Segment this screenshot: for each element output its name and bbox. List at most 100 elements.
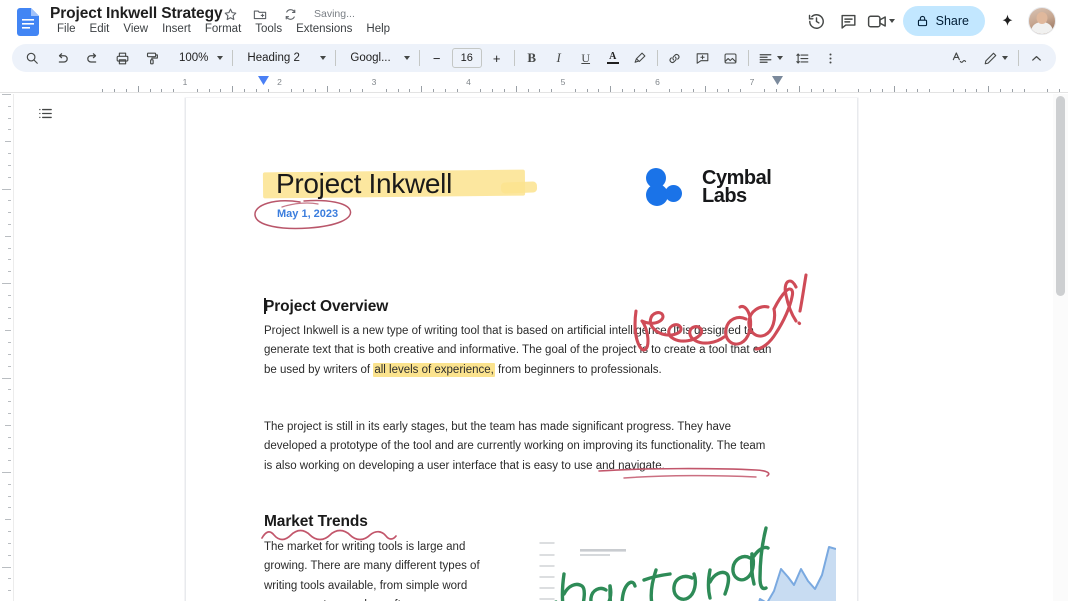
section-heading-market-trends: Market Trends — [264, 513, 368, 530]
print-icon[interactable] — [110, 46, 134, 70]
more-options-icon[interactable] — [819, 46, 843, 70]
ruler-number: 1 — [182, 77, 188, 87]
font-size-input[interactable]: 16 — [451, 48, 482, 68]
vertical-ruler-tick — [8, 354, 11, 355]
redo-icon[interactable] — [80, 46, 104, 70]
text-color-button[interactable]: A — [601, 46, 625, 70]
horizontal-ruler[interactable]: 1 2 3 4 5 6 7 — [0, 74, 1068, 94]
search-icon[interactable] — [20, 46, 44, 70]
spelling-check-icon[interactable] — [947, 46, 971, 70]
bold-button[interactable]: B — [520, 46, 544, 70]
chevron-down-icon — [403, 56, 410, 60]
vertical-ruler-tick — [8, 200, 11, 201]
increase-font-size-button[interactable]: + — [485, 46, 509, 70]
vertical-ruler-tick — [5, 519, 11, 520]
chart-area-fill — [759, 547, 836, 601]
title-highlight-tail — [500, 181, 538, 194]
vertical-ruler-tick — [2, 378, 11, 379]
vertical-scrollbar[interactable] — [1056, 96, 1065, 296]
vertical-ruler-tick — [2, 472, 11, 473]
insert-link-icon[interactable] — [663, 46, 687, 70]
version-history-icon[interactable] — [801, 5, 833, 37]
undo-icon[interactable] — [50, 46, 74, 70]
align-dropdown[interactable] — [754, 46, 787, 70]
vertical-ruler-tick — [8, 578, 11, 579]
vertical-ruler-tick — [8, 413, 11, 414]
paragraph-market-trends-1: The market for writing tools is large an… — [264, 541, 481, 601]
decrease-font-size-label: − — [432, 50, 441, 66]
user-avatar[interactable] — [1028, 7, 1056, 35]
vertical-ruler-tick — [8, 165, 11, 166]
vertical-ruler-tick — [2, 189, 11, 190]
vertical-ruler-tick — [8, 484, 11, 485]
menu-tools[interactable]: Tools — [248, 21, 289, 37]
vertical-ruler-tick — [8, 401, 11, 402]
highlight-pen-icon[interactable] — [628, 46, 652, 70]
toolbar-divider — [232, 50, 234, 66]
share-button[interactable]: Share — [902, 6, 985, 36]
vertical-ruler-tick — [8, 437, 11, 438]
toolbar-divider — [656, 50, 658, 66]
google-docs-window: Project Inkwell Strategy Saving... File … — [0, 0, 1068, 601]
zoom-level-value: 100% — [179, 52, 209, 64]
vertical-ruler-tick — [8, 389, 11, 390]
toolbar-divider — [1018, 50, 1019, 66]
section-heading-project-overview: Project Overview — [264, 298, 388, 316]
document-outline-icon[interactable] — [34, 102, 56, 124]
vertical-ruler-tick — [8, 555, 11, 556]
cymbal-logo-line2: Labs — [702, 185, 747, 207]
decrease-font-size-button[interactable]: − — [425, 46, 449, 70]
paint-format-icon[interactable] — [140, 46, 164, 70]
document-page[interactable]: Project Inkwell May 1, 2023 Cymbal Labs … — [185, 98, 858, 601]
vertical-ruler-tick — [8, 543, 11, 544]
menu-insert[interactable]: Insert — [155, 21, 198, 37]
text-color-swatch — [606, 61, 619, 65]
italic-button[interactable]: I — [547, 46, 571, 70]
cymbal-logo-mark-icon — [646, 168, 690, 206]
docs-logo-icon[interactable] — [17, 8, 39, 36]
editing-mode-dropdown[interactable] — [979, 46, 1012, 70]
paragraph-style-dropdown[interactable]: Heading 2 — [238, 46, 330, 70]
insert-image-icon[interactable] — [719, 46, 743, 70]
comment-history-icon[interactable] — [833, 5, 865, 37]
app-header: Project Inkwell Strategy Saving... File … — [0, 0, 1068, 44]
vertical-ruler-tick — [8, 366, 11, 367]
vertical-ruler-tick — [8, 307, 11, 308]
underline-button[interactable]: U — [574, 46, 598, 70]
vertical-ruler-tick — [8, 177, 11, 178]
pen-edit-mode-icon — [983, 51, 998, 66]
vertical-ruler-tick — [8, 212, 11, 213]
collapse-toolbar-icon[interactable] — [1024, 46, 1048, 70]
vertical-ruler-tick — [8, 342, 11, 343]
toolbar-divider — [335, 50, 337, 66]
google-meet-icon[interactable] — [865, 5, 897, 37]
vertical-ruler-tick — [8, 295, 11, 296]
chevron-down-icon[interactable] — [888, 19, 895, 23]
toolbar-divider — [418, 50, 420, 66]
menu-file[interactable]: File — [50, 21, 83, 37]
menu-view[interactable]: View — [116, 21, 155, 37]
menu-format[interactable]: Format — [198, 21, 248, 37]
text-cursor — [264, 298, 266, 314]
toolbar-divider — [513, 50, 515, 66]
document-content: Project Inkwell May 1, 2023 Cymbal Labs … — [186, 98, 859, 601]
toolbar-divider — [747, 50, 749, 66]
add-comment-icon[interactable] — [691, 46, 715, 70]
gemini-sparkle-icon[interactable] — [991, 5, 1023, 37]
vertical-ruler[interactable] — [0, 94, 14, 601]
line-spacing-icon[interactable] — [791, 46, 815, 70]
align-left-icon — [758, 51, 773, 66]
menu-help[interactable]: Help — [359, 21, 397, 37]
zoom-level-dropdown[interactable]: 100% — [170, 46, 227, 70]
title-action-icons: Saving... — [222, 6, 355, 22]
document-canvas: Project Inkwell May 1, 2023 Cymbal Labs … — [14, 94, 1054, 601]
star-icon[interactable] — [222, 6, 238, 22]
menu-edit[interactable]: Edit — [83, 21, 117, 37]
chevron-down-icon — [1002, 56, 1008, 60]
ruler-number: 7 — [749, 77, 755, 87]
menu-extensions[interactable]: Extensions — [289, 21, 359, 37]
doc-heading-title: Project Inkwell — [276, 168, 453, 199]
move-to-folder-icon[interactable] — [252, 6, 268, 22]
market-trends-chart — [536, 535, 836, 601]
font-family-dropdown[interactable]: Googl... — [341, 46, 413, 70]
